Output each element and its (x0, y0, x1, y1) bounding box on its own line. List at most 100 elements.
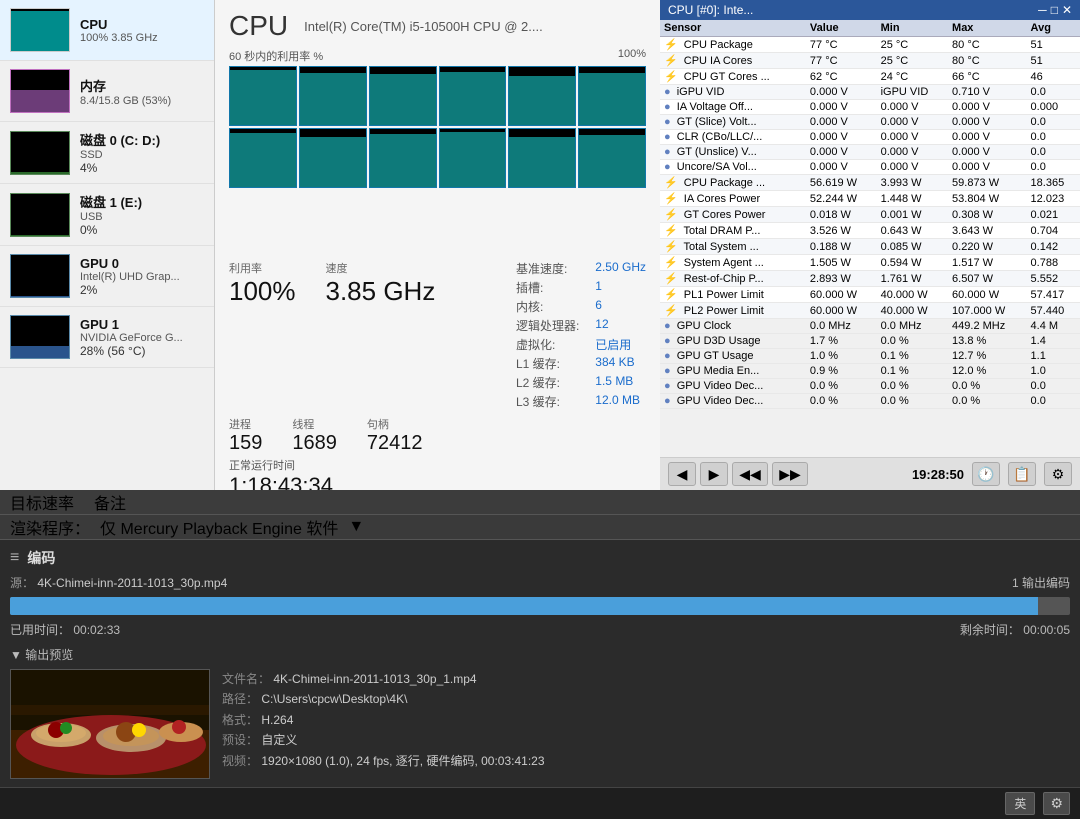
hw-row-min: iGPU VID (877, 85, 948, 100)
hwinfo-back-button[interactable]: ◀ (668, 462, 696, 486)
sidebar-item-gpu1[interactable]: GPU 1 NVIDIA GeForce G... 28% (56 °C) (0, 307, 214, 368)
cpu-sidebar-sub: 100% 3.85 GHz (80, 32, 204, 44)
sidebar-item-memory[interactable]: 内存 8.4/15.8 GB (53%) (0, 61, 214, 122)
hw-row-name: ⚡ CPU Package ... (660, 175, 806, 191)
hw-row-avg: 5.552 (1027, 271, 1080, 287)
hw-row-min: 0.0 % (877, 379, 948, 394)
core-label: 内核: (516, 298, 579, 315)
gpu1-sidebar-pct: 28% (56 °C) (80, 344, 204, 358)
pr-bottom-row: 英 ⚙ (0, 787, 1080, 819)
hw-row-avg: 0.0 (1027, 85, 1080, 100)
mem-sidebar-info: 内存 8.4/15.8 GB (53%) (80, 76, 204, 107)
gpu1-sidebar-info: GPU 1 NVIDIA GeForce G... 28% (56 °C) (80, 317, 204, 358)
output-count: 1 输出编码 (1012, 574, 1070, 591)
sidebar-item-cpu[interactable]: CPU 100% 3.85 GHz (0, 0, 214, 61)
disk1-sidebar-name: 磁盘 1 (E:) (80, 192, 204, 211)
hw-row-min: 0.0 % (877, 394, 948, 409)
source-label: 源： 4K-Chimei-inn-2011-1013_30p.mp4 (10, 574, 227, 591)
hw-row-max: 0.308 W (948, 207, 1027, 223)
hw-row-name: ⚡ Total System ... (660, 239, 806, 255)
l1-label: L1 缓存: (516, 355, 579, 372)
maximize-icon[interactable]: □ (1051, 3, 1058, 17)
l3-label: L3 缓存: (516, 393, 579, 410)
video-row: 视频： 1920×1080 (1.0), 24 fps, 逐行, 硬件编码, 0… (222, 751, 545, 771)
hw-row-avg: 1.0 (1027, 364, 1080, 379)
process-block: 进程 159 (229, 416, 262, 455)
hw-row-avg: 51 (1027, 53, 1080, 69)
disk0-sidebar-sub: SSD (80, 149, 204, 161)
minimize-icon[interactable]: ─ (1038, 3, 1047, 17)
hw-row-max: 12.0 % (948, 364, 1027, 379)
hw-row-name: ⚡ PL1 Power Limit (660, 287, 806, 303)
col-value: Value (806, 20, 877, 37)
hw-row-max: 6.507 W (948, 271, 1027, 287)
close-icon[interactable]: ✕ (1062, 3, 1072, 17)
hw-row-max: 0.000 V (948, 145, 1027, 160)
hw-row-max: 53.804 W (948, 191, 1027, 207)
hwinfo-settings-button[interactable]: ⚙ (1044, 462, 1072, 486)
hw-row-max: 80 °C (948, 53, 1027, 69)
l2-label: L2 缓存: (516, 374, 579, 391)
process-value: 159 (229, 432, 262, 455)
speed-value: 3.85 GHz (326, 276, 436, 307)
settings-button[interactable]: ⚙ (1043, 792, 1070, 815)
hwinfo-fwd-button[interactable]: ▶ (700, 462, 728, 486)
col-max: Max (948, 20, 1027, 37)
hwinfo-report-button[interactable]: 📋 (1008, 462, 1036, 486)
tm-detail-title: CPU (229, 10, 288, 42)
col-sensor: Sensor (660, 20, 806, 37)
hw-row-value: 56.619 W (806, 175, 877, 191)
target-rate-label: 目标速率 (10, 490, 74, 514)
hw-row-avg: 0.142 (1027, 239, 1080, 255)
sidebar-item-disk1[interactable]: 磁盘 1 (E:) USB 0% (0, 184, 214, 246)
hw-row-min: 0.000 V (877, 115, 948, 130)
hw-row-max: 0.0 % (948, 379, 1027, 394)
hw-row-avg: 0.0 (1027, 115, 1080, 130)
hw-row-value: 60.000 W (806, 287, 877, 303)
hw-row-max: 60.000 W (948, 287, 1027, 303)
thread-value: 1689 (292, 432, 337, 455)
format-row: 格式： H.264 (222, 710, 545, 730)
hw-row-max: 107.000 W (948, 303, 1027, 319)
hw-row-value: 0.188 W (806, 239, 877, 255)
hw-row-name: ⚡ CPU Package (660, 37, 806, 53)
hw-row-avg: 4.4 M (1027, 319, 1080, 334)
hw-row-min: 3.993 W (877, 175, 948, 191)
hwinfo-time: 19:28:50 (912, 467, 964, 482)
render-value: 仅 Mercury Playback Engine 软件 (100, 515, 338, 539)
cpu-core-graph-4 (439, 66, 507, 126)
hw-row-min: 0.000 V (877, 145, 948, 160)
hw-row-avg: 57.417 (1027, 287, 1080, 303)
gpu0-sidebar-sub: Intel(R) UHD Grap... (80, 271, 204, 283)
col-avg: Avg (1027, 20, 1080, 37)
hw-row-min: 0.000 V (877, 100, 948, 115)
sidebar-item-gpu0[interactable]: GPU 0 Intel(R) UHD Grap... 2% (0, 246, 214, 307)
hw-row-value: 0.0 MHz (806, 319, 877, 334)
cpu-core-graph-7 (229, 128, 297, 188)
utilization-block: 利用率 100% (229, 260, 296, 307)
gpu1-sidebar-sub: NVIDIA GeForce G... (80, 332, 204, 344)
cpu-sidebar-info: CPU 100% 3.85 GHz (80, 17, 204, 44)
cpu-core-graph-3 (369, 66, 437, 126)
hwinfo-skip-fwd-button[interactable]: ▶▶ (772, 462, 808, 486)
hw-row-name: ⚡ IA Cores Power (660, 191, 806, 207)
pr-output-collapse-button[interactable]: ▼ 输出预览 (10, 646, 1070, 663)
l3-value: 12.0 MB (595, 393, 646, 410)
handle-value: 72412 (367, 432, 423, 455)
hw-row-value: 1.505 W (806, 255, 877, 271)
path-row: 路径： C:\Users\cpcw\Desktop\4K\ (222, 689, 545, 709)
runtime-label: 正常运行时间 (229, 457, 646, 473)
render-dropdown-icon[interactable]: ▼ (348, 518, 364, 536)
hw-row-value: 52.244 W (806, 191, 877, 207)
thread-label: 线程 (292, 416, 337, 432)
cpu-cores-grid (229, 66, 646, 252)
hw-row-value: 0.000 V (806, 115, 877, 130)
lang-button[interactable]: 英 (1005, 792, 1035, 815)
hw-row-value: 0.000 V (806, 85, 877, 100)
hwinfo-skip-back-button[interactable]: ◀◀ (732, 462, 768, 486)
hwinfo-clock-button[interactable]: 🕐 (972, 462, 1000, 486)
sidebar-item-disk0[interactable]: 磁盘 0 (C: D:) SSD 4% (0, 122, 214, 184)
hw-row-name: ⚡ System Agent ... (660, 255, 806, 271)
hw-row-avg: 57.440 (1027, 303, 1080, 319)
pr-encode-area: ≡ 编码 源： 4K-Chimei-inn-2011-1013_30p.mp4 … (0, 540, 1080, 787)
